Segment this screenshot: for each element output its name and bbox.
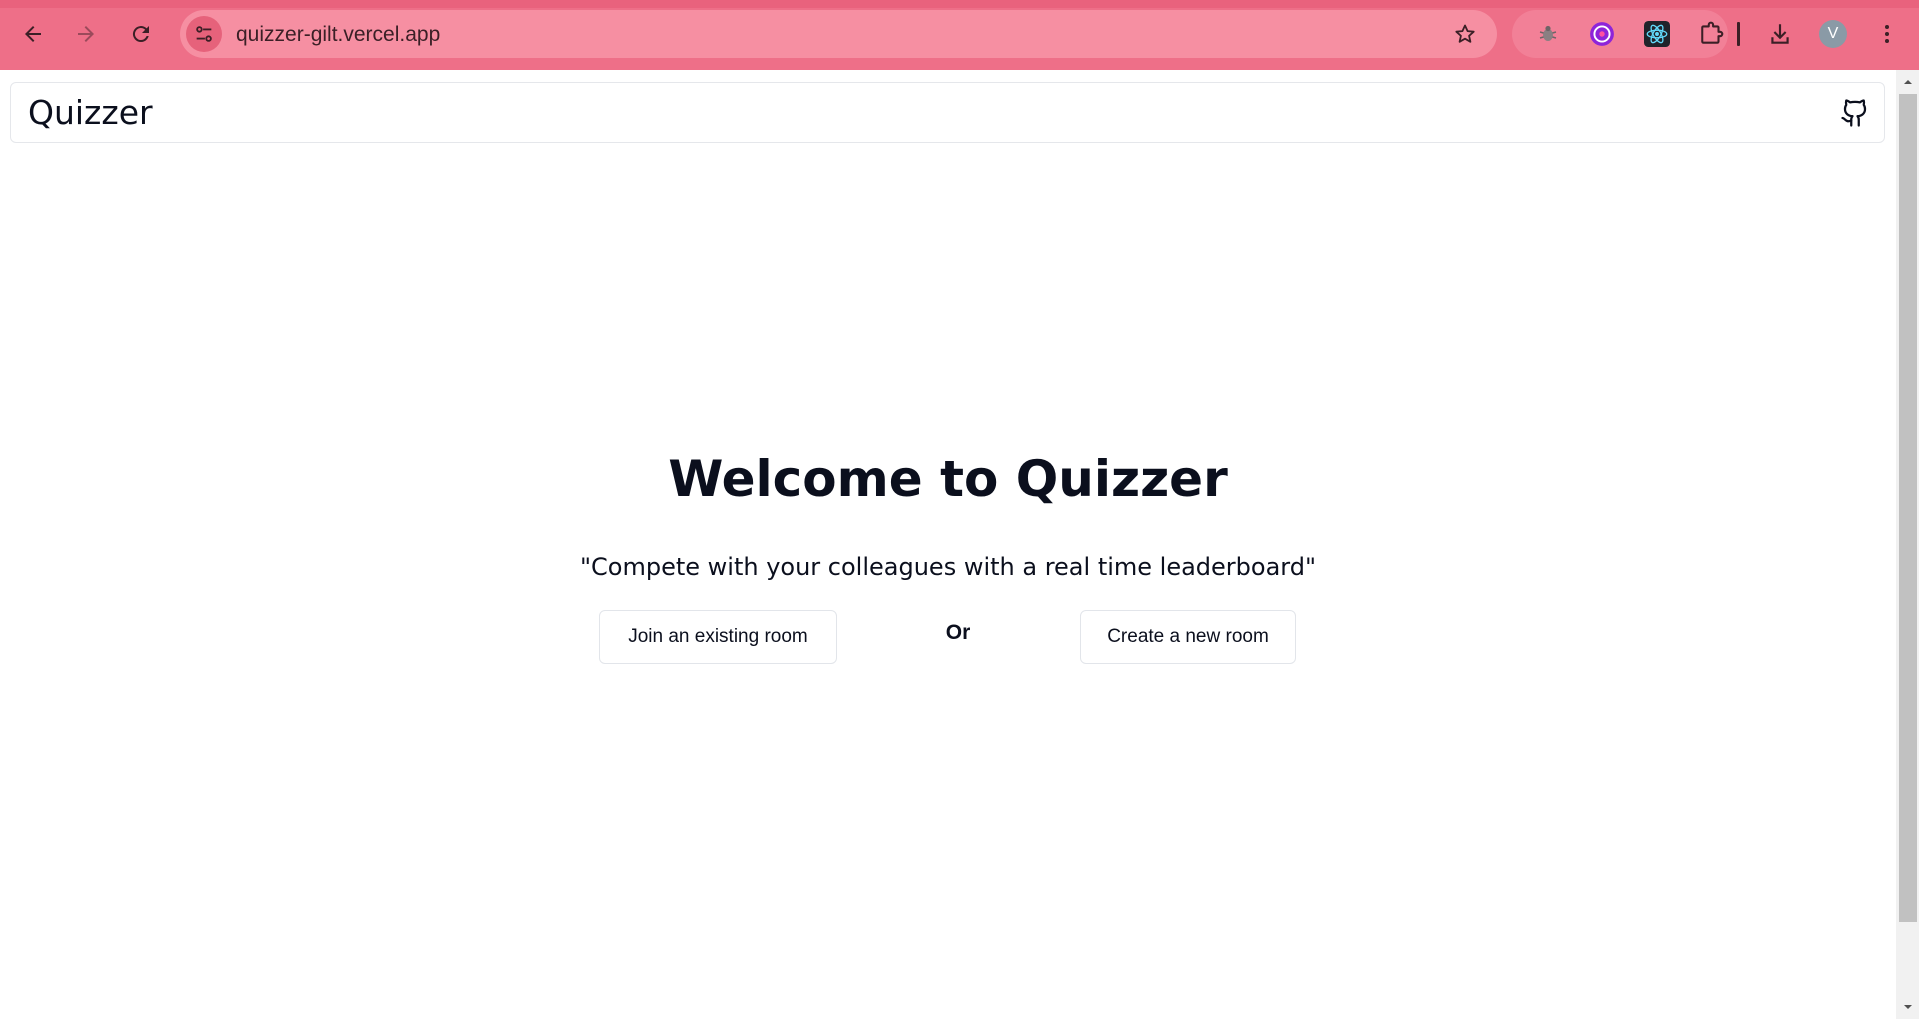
browser-toolbar: quizzer-gilt.vercel.app V	[0, 0, 1919, 70]
scrollbar-thumb[interactable]	[1899, 94, 1917, 922]
hero-title: Welcome to Quizzer	[668, 450, 1228, 508]
extensions-group	[1512, 10, 1728, 58]
back-button[interactable]	[13, 14, 53, 54]
purple-extension-icon[interactable]	[1588, 20, 1616, 48]
puzzle-extensions-icon[interactable]	[1698, 20, 1726, 48]
download-icon	[1771, 24, 1789, 44]
scroll-down-arrow[interactable]	[1900, 999, 1916, 1015]
star-icon	[1455, 24, 1475, 43]
profile-button[interactable]: V	[1813, 14, 1853, 54]
toolbar-divider	[1737, 22, 1740, 46]
browser-menu-button[interactable]	[1867, 14, 1907, 54]
bug-extension-icon[interactable]	[1534, 20, 1562, 48]
forward-arrow-icon	[78, 26, 94, 42]
forward-button[interactable]	[66, 14, 106, 54]
reload-icon	[132, 26, 149, 43]
kebab-menu-icon	[1885, 25, 1889, 43]
create-room-button[interactable]: Create a new room	[1080, 610, 1296, 664]
site-info-button[interactable]	[186, 16, 222, 52]
address-bar[interactable]: quizzer-gilt.vercel.app	[180, 10, 1497, 58]
hero-tagline: "Compete with your colleagues with a rea…	[579, 553, 1317, 581]
back-arrow-icon	[25, 26, 41, 42]
tab-strip-edge	[0, 0, 1919, 8]
reload-button[interactable]	[121, 14, 161, 54]
avatar: V	[1819, 20, 1847, 48]
react-devtools-icon[interactable]	[1643, 20, 1671, 48]
scroll-up-arrow[interactable]	[1900, 74, 1916, 90]
join-room-button[interactable]: Join an existing room	[599, 610, 837, 664]
downloads-button[interactable]	[1760, 14, 1800, 54]
url-text[interactable]: quizzer-gilt.vercel.app	[236, 23, 440, 47]
github-icon	[1841, 99, 1867, 127]
or-separator: Or	[945, 621, 971, 644]
app-brand[interactable]: Quizzer	[28, 93, 153, 132]
app-header: Quizzer	[10, 82, 1885, 143]
page-viewport: Quizzer	[0, 70, 1896, 1019]
github-link[interactable]	[1838, 95, 1872, 131]
bookmark-button[interactable]	[1451, 20, 1479, 48]
tune-icon	[196, 26, 212, 42]
